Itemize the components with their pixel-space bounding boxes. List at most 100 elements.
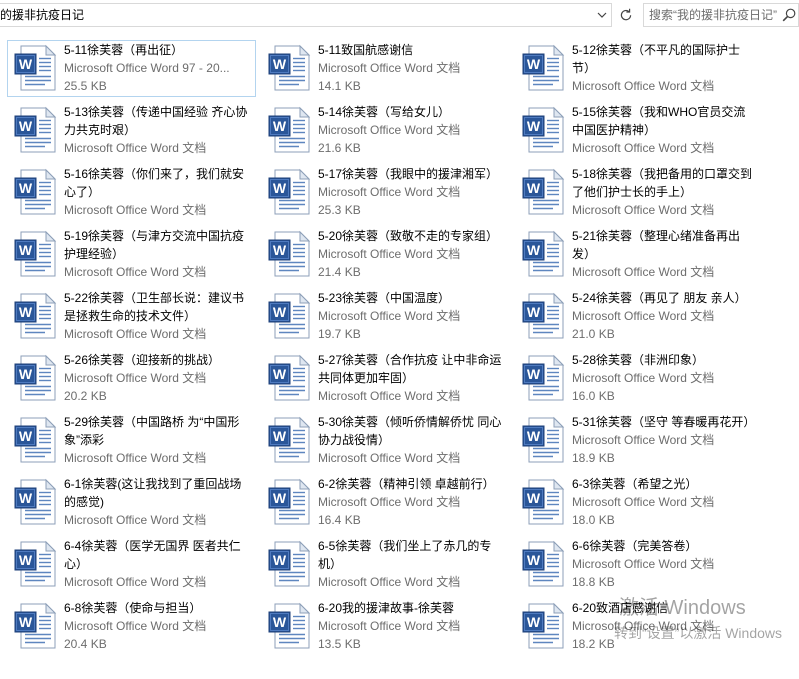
file-tile[interactable]: W 5-27徐芙蓉（合作抗疫 让中非命运 共同体更加牢固） Microsoft O…	[261, 350, 510, 407]
file-details: 6-20我的援津故事-徐芙蓉 Microsoft Office Word 文档 …	[318, 599, 508, 653]
word-document-icon: W	[14, 106, 57, 153]
word-badge-letter: W	[19, 242, 33, 258]
file-details: 6-20致酒店感谢信 Microsoft Office Word 文档 18.2…	[572, 599, 762, 653]
file-details: 5-12徐芙蓉（不平凡的国际护士 节） Microsoft Office Word…	[572, 41, 762, 95]
file-type: Microsoft Office Word 文档	[572, 433, 715, 447]
file-name: 6-20我的援津故事-徐芙蓉	[318, 599, 508, 617]
file-name-line: 了他们护士长的手上）	[572, 185, 693, 199]
file-type: Microsoft Office Word 文档	[572, 309, 715, 323]
file-details: 5-23徐芙蓉（中国温度） Microsoft Office Word 文档 1…	[318, 289, 508, 343]
file-details: 5-19徐芙蓉（与津方交流中国抗疫 护理经验） Microsoft Office …	[64, 227, 254, 281]
word-document-icon: W	[522, 106, 565, 153]
file-name-line: 5-19徐芙蓉（与津方交流中国抗疫	[64, 229, 245, 243]
word-badge-letter: W	[273, 56, 287, 72]
file-name-line: 5-16徐芙蓉（你们来了，我们就安	[64, 167, 245, 181]
file-tile[interactable]: W 5-14徐芙蓉（写给女儿） Microsoft Office Word 文档…	[261, 102, 510, 159]
word-document-icon: W	[14, 354, 57, 401]
file-name: 5-11致国航感谢信	[318, 41, 508, 59]
file-tile[interactable]: W 5-26徐芙蓉（迎接新的挑战） Microsoft Office Word …	[7, 350, 256, 407]
refresh-icon[interactable]	[614, 3, 638, 27]
file-size: 21.0 KB	[572, 327, 615, 341]
file-size: 21.4 KB	[318, 265, 361, 279]
file-size: 18.8 KB	[572, 575, 615, 589]
file-tile[interactable]: W 6-8徐芙蓉（使命与担当） Microsoft Office Word 文档…	[7, 598, 256, 655]
file-type: Microsoft Office Word 文档	[572, 495, 715, 509]
word-document-icon: W	[522, 540, 565, 587]
file-tile[interactable]: W 6-1徐芙蓉(这让我找到了重回战场 的感觉) Microsoft Office…	[7, 474, 256, 531]
file-name: 5-16徐芙蓉（你们来了，我们就安 心了）	[64, 165, 254, 201]
word-badge-letter: W	[19, 366, 33, 382]
file-name-line: 护理经验）	[64, 247, 125, 261]
file-tile[interactable]: W 5-11致国航感谢信 Microsoft Office Word 文档 14…	[261, 40, 510, 97]
word-document-icon: W	[14, 230, 57, 277]
file-tile[interactable]: W 6-20致酒店感谢信 Microsoft Office Word 文档 18…	[515, 598, 764, 655]
file-name-line: 5-23徐芙蓉（中国温度）	[318, 291, 451, 305]
file-tile[interactable]: W 5-31徐芙蓉（坚守 等春暖再花开） Microsoft Office Wo…	[515, 412, 764, 469]
file-tile[interactable]: W 6-6徐芙蓉（完美答卷） Microsoft Office Word 文档 …	[515, 536, 764, 593]
word-badge-letter: W	[273, 118, 287, 134]
search-box[interactable]	[643, 3, 799, 27]
word-badge-letter: W	[273, 552, 287, 568]
file-size: 16.0 KB	[572, 389, 615, 403]
word-document-icon: W	[14, 602, 57, 649]
word-badge-letter: W	[273, 366, 287, 382]
file-tile[interactable]: W 5-16徐芙蓉（你们来了，我们就安 心了） Microsoft Office …	[7, 164, 256, 221]
word-badge-letter: W	[527, 304, 541, 320]
file-name: 5-29徐芙蓉（中国路桥 为“中国形 象”添彩	[64, 413, 254, 449]
word-document-icon: W	[522, 602, 565, 649]
file-size: 21.6 KB	[318, 141, 361, 155]
file-tile[interactable]: W 5-23徐芙蓉（中国温度） Microsoft Office Word 文档…	[261, 288, 510, 345]
file-tile[interactable]: W 5-20徐芙蓉（致敬不走的专家组） Microsoft Office Wor…	[261, 226, 510, 283]
file-tile[interactable]: W 5-24徐芙蓉（再见了 朋友 亲人） Microsoft Office Wo…	[515, 288, 764, 345]
file-name-line: 6-4徐芙蓉（医学无国界 医者共仁	[64, 539, 241, 553]
word-badge-letter: W	[527, 552, 541, 568]
file-tile[interactable]: W 5-15徐芙蓉（我和WHO官员交流 中国医护精神） Microsoft Off…	[515, 102, 764, 159]
explorer-toolbar: 的援非抗疫日记	[0, 0, 799, 31]
file-name-line: 中国医护精神）	[572, 123, 657, 137]
file-tile[interactable]: W 5-17徐芙蓉（我眼中的援津湘军） Microsoft Office Wor…	[261, 164, 510, 221]
file-details: 5-14徐芙蓉（写给女儿） Microsoft Office Word 文档 2…	[318, 103, 508, 157]
address-path[interactable]: 的援非抗疫日记	[0, 4, 84, 26]
word-document-icon: W	[14, 44, 57, 91]
word-document-icon: W	[522, 292, 565, 339]
file-tile[interactable]: W 5-21徐芙蓉（整理心绪准备再出 发） Microsoft Office Wo…	[515, 226, 764, 283]
file-name-line: 6-1徐芙蓉(这让我找到了重回战场	[64, 477, 242, 491]
file-tile[interactable]: W 6-2徐芙蓉（精神引领 卓越前行） Microsoft Office Wor…	[261, 474, 510, 531]
file-type: Microsoft Office Word 文档	[572, 141, 715, 155]
file-tile[interactable]: W 5-22徐芙蓉（卫生部长说：建议书 是拯救生命的技术文件） Microsoft…	[7, 288, 256, 345]
word-badge-letter: W	[527, 490, 541, 506]
file-tile[interactable]: W 6-5徐芙蓉（我们坐上了赤几的专 机） Microsoft Office Wo…	[261, 536, 510, 593]
word-badge-letter: W	[19, 304, 33, 320]
file-tile[interactable]: W 5-13徐芙蓉（传递中国经验 齐心协 力共克时艰） Microsoft Off…	[7, 102, 256, 159]
file-details: 5-18徐芙蓉（我把备用的口罩交到 了他们护士长的手上） Microsoft Of…	[572, 165, 762, 219]
file-size: 13.5 KB	[318, 637, 361, 651]
file-name-line: 5-30徐芙蓉（倾听侨情解侨忧 同心	[318, 415, 502, 429]
file-tile[interactable]: W 5-19徐芙蓉（与津方交流中国抗疫 护理经验） Microsoft Offic…	[7, 226, 256, 283]
word-document-icon: W	[268, 478, 311, 525]
word-document-icon: W	[14, 168, 57, 215]
chevron-down-icon[interactable]	[594, 4, 610, 26]
file-name-line: 6-2徐芙蓉（精神引领 卓越前行）	[318, 477, 495, 491]
file-name: 5-14徐芙蓉（写给女儿）	[318, 103, 508, 121]
file-tile[interactable]: W 6-3徐芙蓉（希望之光） Microsoft Office Word 文档 …	[515, 474, 764, 531]
file-size: 19.7 KB	[318, 327, 361, 341]
file-name: 5-18徐芙蓉（我把备用的口罩交到 了他们护士长的手上）	[572, 165, 762, 201]
word-document-icon: W	[14, 292, 57, 339]
file-tile[interactable]: W 5-28徐芙蓉（非洲印象） Microsoft Office Word 文档…	[515, 350, 764, 407]
address-bar[interactable]: 的援非抗疫日记	[0, 3, 612, 27]
file-tile[interactable]: W 6-20我的援津故事-徐芙蓉 Microsoft Office Word 文…	[261, 598, 510, 655]
file-name: 6-5徐芙蓉（我们坐上了赤几的专 机）	[318, 537, 508, 573]
file-tile[interactable]: W 5-30徐芙蓉（倾听侨情解侨忧 同心 协力战役情） Microsoft Off…	[261, 412, 510, 469]
search-input[interactable]	[649, 5, 781, 25]
search-icon[interactable]	[782, 8, 796, 22]
file-tile[interactable]: W 6-4徐芙蓉（医学无国界 医者共仁 心） Microsoft Office W…	[7, 536, 256, 593]
file-tile[interactable]: W 5-18徐芙蓉（我把备用的口罩交到 了他们护士长的手上） Microsoft …	[515, 164, 764, 221]
file-tile[interactable]: W 5-12徐芙蓉（不平凡的国际护士 节） Microsoft Office Wo…	[515, 40, 764, 97]
file-name-line: 象”添彩	[64, 433, 104, 447]
file-type: Microsoft Office Word 文档	[64, 619, 207, 633]
file-name-line: 5-22徐芙蓉（卫生部长说：建议书	[64, 291, 245, 305]
file-details: 6-4徐芙蓉（医学无国界 医者共仁 心） Microsoft Office Wor…	[64, 537, 254, 591]
file-tile[interactable]: W 5-29徐芙蓉（中国路桥 为“中国形 象”添彩 Microsoft Offic…	[7, 412, 256, 469]
file-tile[interactable]: W 5-11徐芙蓉（再出征） Microsoft Office Word 97 …	[7, 40, 256, 97]
file-type: Microsoft Office Word 文档	[572, 557, 715, 571]
